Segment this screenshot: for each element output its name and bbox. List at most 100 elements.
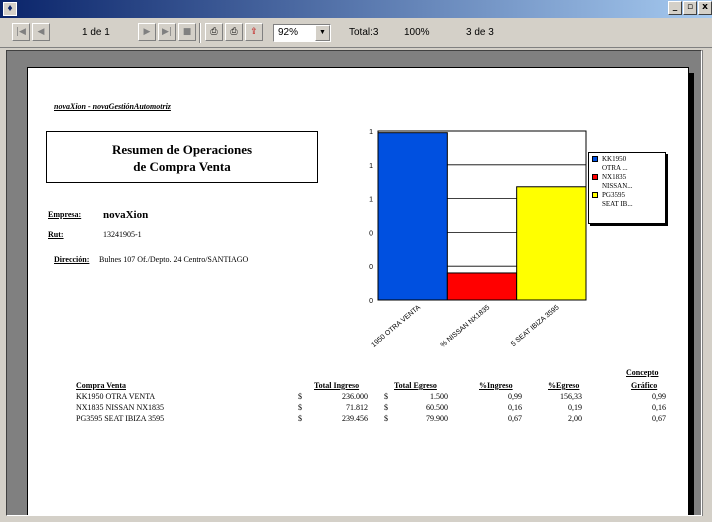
table-cell-ingreso: 236.000: [342, 392, 368, 401]
prev-page-icon[interactable]: ◀: [32, 23, 50, 41]
table-cell-cur2: $: [384, 403, 388, 412]
chart-legend: KK1950 OTRA ... NX1835 NISSAN... PG3595 SEAT …: [588, 152, 666, 224]
x-tick-label: % NISSAN NX1835: [440, 304, 492, 349]
table-cell-cur2: $: [384, 414, 388, 423]
table-cell-pct-ing: 0,99: [508, 392, 522, 401]
first-page-icon[interactable]: |◀: [12, 23, 30, 41]
y-tick-label: 1: [369, 163, 373, 170]
header-pct-egreso: %Egreso: [548, 381, 580, 390]
y-tick-label: 1: [369, 197, 373, 204]
chart-y-ticks: 0 0 0 1 1 1: [369, 129, 373, 305]
rut-value: 13241905-1: [103, 230, 142, 239]
legend-item: PG3595: [592, 191, 662, 200]
table-cell-name: PG3595 SEAT IBIZA 3595: [76, 414, 165, 423]
bar-chart: 0 0 0 1 1 1 1950 OTRA VENTA % NISSAN NX1835 5 S…: [369, 129, 587, 349]
legend-swatch: [592, 183, 598, 189]
table-cell-egreso: 60.500: [426, 403, 448, 412]
y-tick-label: 0: [369, 264, 373, 271]
legend-item: NISSAN...: [592, 182, 662, 191]
last-page-icon[interactable]: ▶|: [158, 23, 176, 41]
empresa-value: novaXion: [103, 209, 149, 221]
table-cell-egreso: 1.500: [430, 392, 448, 401]
report-viewport[interactable]: novaXion - novaGestiónAutomotriz Resumen…: [6, 50, 702, 516]
legend-item: KK1950: [592, 155, 662, 164]
bar: [516, 186, 587, 301]
table-cell-name: KK1950 OTRA VENTA: [76, 392, 156, 401]
print-icon[interactable]: ⎙: [205, 23, 223, 41]
status-strip: [0, 516, 712, 522]
report-title: Resumen de Operaciones de Compra Venta: [46, 131, 318, 183]
toolbar-separator: [199, 23, 201, 43]
table-cell-grafico: 0,16: [652, 403, 666, 412]
report-page: novaXion - novaGestiónAutomotriz Resumen…: [27, 67, 689, 515]
table-cell-cur2: $: [384, 392, 388, 401]
title-bar: ♦ _ ▫ x: [0, 0, 712, 18]
legend-label: NISSAN...: [602, 182, 633, 190]
total-records: Total:3: [349, 27, 379, 38]
legend-item: SEAT IB...: [592, 200, 662, 209]
chevron-down-icon[interactable]: ▼: [315, 25, 330, 41]
legend-swatch: [592, 201, 598, 207]
record-indicator: 3 de 3: [466, 27, 494, 38]
y-tick-label: 0: [369, 230, 373, 237]
percent-read: 100%: [404, 27, 430, 38]
legend-label: OTRA ...: [602, 164, 628, 172]
company-header: novaXion - novaGestiónAutomotriz: [54, 102, 171, 111]
legend-label: NX1835: [602, 173, 627, 181]
restore-button[interactable]: ▫: [683, 1, 697, 15]
minimize-button[interactable]: _: [668, 1, 682, 15]
y-tick-label: 0: [369, 298, 373, 305]
page-indicator: 1 de 1: [82, 27, 110, 38]
legend-label: PG3595: [602, 191, 625, 199]
table-cell-name: NX1835 NISSAN NX1835: [76, 403, 165, 412]
chart-x-labels: 1950 OTRA VENTA % NISSAN NX1835 5 SEAT IBI…: [370, 304, 560, 349]
x-tick-label: 5 SEAT IBIZA 3595: [510, 304, 561, 348]
table-cell-grafico: 0,99: [652, 392, 666, 401]
report-toolbar: |◀ ◀ 1 de 1 ▶ ▶| ■ ⎙ ⎙ ⇪ 92% ▼ Total:3 1…: [0, 18, 712, 48]
table-cell-cur1: $: [298, 414, 302, 423]
header-total-ingreso: Total Ingreso: [314, 381, 360, 390]
header-compra-venta: Compra Venta: [76, 381, 127, 390]
table-cell-pct-ing: 0,16: [508, 403, 522, 412]
legend-swatch: [592, 174, 598, 180]
table-cell-cur1: $: [298, 403, 302, 412]
export-icon[interactable]: ⇪: [245, 23, 263, 41]
direccion-label: Dirección:: [54, 255, 90, 264]
legend-label: SEAT IB...: [602, 200, 633, 208]
stop-icon[interactable]: ■: [178, 23, 196, 41]
window-controls: _ ▫ x: [668, 1, 712, 15]
bar: [377, 132, 448, 301]
empresa-label: Empresa:: [48, 210, 82, 219]
header-concepto: Concepto: [626, 368, 659, 377]
table-cell-pct-egr: 156,33: [560, 392, 582, 401]
table-cell-cur1: $: [298, 392, 302, 401]
print-setup-icon[interactable]: ⎙: [225, 23, 243, 41]
y-tick-label: 1: [369, 129, 373, 136]
table-cell-pct-egr: 0,19: [568, 403, 582, 412]
legend-swatch: [592, 156, 598, 162]
next-page-icon[interactable]: ▶: [138, 23, 156, 41]
bar: [446, 272, 518, 301]
legend-swatch: [592, 192, 598, 198]
header-grafico: Gráfico: [631, 381, 658, 390]
header-total-egreso: Total Egreso: [394, 381, 437, 390]
zoom-value: 92%: [278, 27, 299, 38]
title-line-1: Resumen de Operaciones: [111, 142, 253, 157]
table-cell-pct-egr: 2,00: [568, 414, 582, 423]
rut-label: Rut:: [48, 230, 64, 239]
table-cell-pct-ing: 0,67: [508, 414, 522, 423]
vertical-scrollbar[interactable]: [702, 50, 712, 516]
close-button[interactable]: x: [698, 1, 712, 15]
table-cell-grafico: 0,67: [652, 414, 666, 423]
zoom-select[interactable]: 92% ▼: [273, 24, 331, 42]
legend-swatch: [592, 165, 598, 171]
legend-label: KK1950: [602, 155, 627, 163]
app-icon[interactable]: ♦: [3, 2, 17, 16]
direccion-value: Bulnes 107 Of./Depto. 24 Centro/SANTIAGO: [99, 255, 249, 264]
page-shadow: [689, 73, 694, 515]
title-line-2: de Compra Venta: [133, 159, 231, 174]
table-cell-egreso: 79.900: [426, 414, 448, 423]
table-cell-ingreso: 239.456: [342, 414, 368, 423]
x-tick-label: 1950 OTRA VENTA: [370, 304, 422, 349]
legend-item: NX1835: [592, 173, 662, 182]
